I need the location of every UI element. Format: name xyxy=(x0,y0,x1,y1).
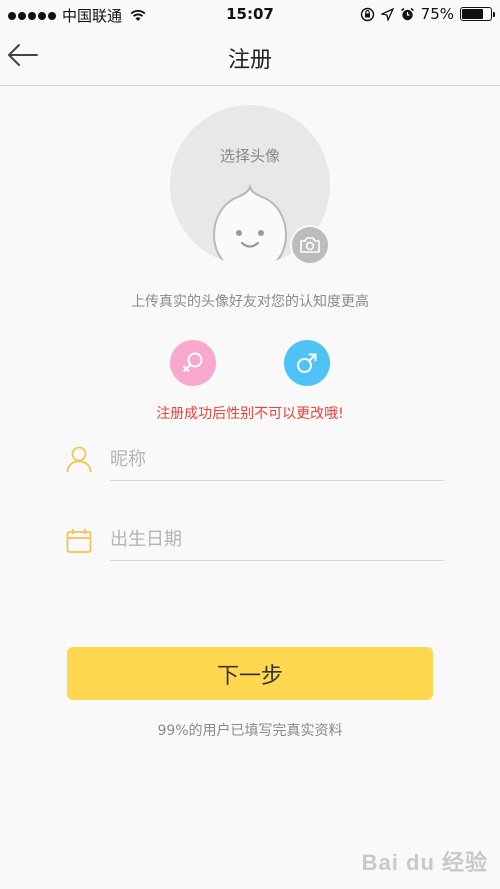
birthdate-field xyxy=(110,521,444,561)
avatar-hint: 上传真实的头像好友对您的认知度更高 xyxy=(131,294,369,310)
battery-level xyxy=(462,9,483,19)
user-icon xyxy=(66,446,92,473)
avatar-label: 选择头像 xyxy=(219,147,280,165)
nav-bar: 注册 xyxy=(0,28,500,86)
default-avatar-icon xyxy=(212,183,288,265)
battery-percent: 75% xyxy=(420,5,454,23)
calendar-icon xyxy=(66,529,92,553)
gender-warning: 注册成功后性别不可以更改哦! xyxy=(156,406,344,422)
watermark: Bai du 经验 xyxy=(361,850,488,875)
gender-female-button[interactable] xyxy=(170,340,216,386)
location-arrow-icon xyxy=(380,7,394,21)
gender-male-button[interactable] xyxy=(284,340,330,386)
footer-note: 99%的用户已填写完真实资料 xyxy=(157,723,343,739)
male-symbol-icon xyxy=(297,353,317,373)
status-bar: 中国联通 15:07 75% xyxy=(0,0,500,28)
next-step-button[interactable]: 下一步 xyxy=(67,647,433,700)
nickname-field xyxy=(110,441,444,481)
status-right: 75% xyxy=(360,5,495,23)
battery-icon xyxy=(460,7,495,21)
alarm-clock-icon xyxy=(400,7,414,20)
page-title: 注册 xyxy=(227,48,272,73)
camera-icon xyxy=(300,237,320,253)
rotation-lock-icon xyxy=(360,7,374,21)
camera-button[interactable] xyxy=(290,225,330,265)
nickname-input[interactable] xyxy=(110,441,444,477)
birthdate-input[interactable] xyxy=(110,521,444,557)
female-symbol-icon xyxy=(183,352,203,372)
